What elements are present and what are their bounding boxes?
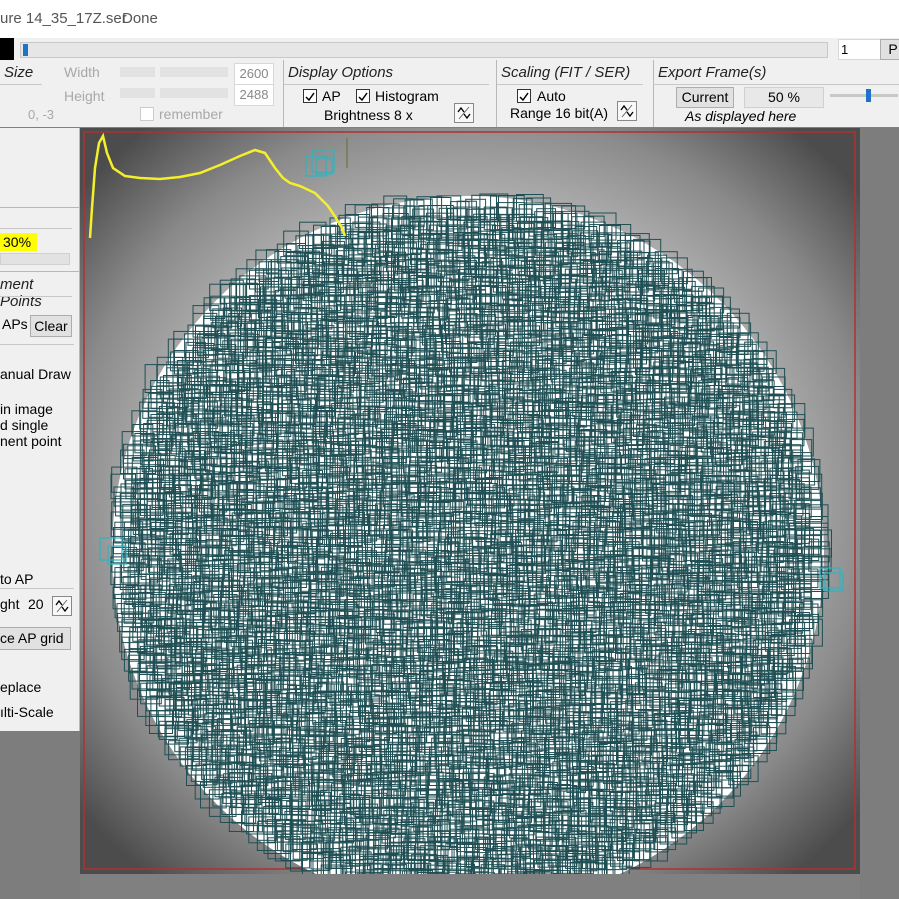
checkmark-icon xyxy=(305,92,315,102)
divider xyxy=(0,228,72,229)
quality-bar xyxy=(0,253,70,265)
frame-bar: 1 P xyxy=(0,38,899,60)
divider xyxy=(0,588,74,589)
status-text: Done xyxy=(122,10,158,27)
multi-scale-label[interactable]: ılti-Scale xyxy=(0,704,54,720)
ap-checkbox[interactable] xyxy=(303,89,317,103)
ap-height-value[interactable]: 20 xyxy=(28,596,44,612)
scaling-panel: Scaling (FIT / SER) Auto Range 16 bit(A) xyxy=(497,60,654,127)
range-spin-icon[interactable] xyxy=(617,101,637,121)
alignment-points-header: ment Points xyxy=(0,276,42,310)
manual-draw-label: anual Draw xyxy=(0,366,71,382)
display-options-panel: Display Options AP Histogram Brightness … xyxy=(284,60,497,127)
to-ap-label: to AP xyxy=(0,571,34,587)
width-slider xyxy=(160,67,228,77)
export-zoom-slider[interactable] xyxy=(830,89,898,102)
height-slider xyxy=(160,88,228,98)
size-header: Size xyxy=(4,64,34,81)
size-panel: Size Width Height 2600 2488 0, -3 rememb… xyxy=(0,60,284,127)
remember-checkbox[interactable] xyxy=(140,107,154,121)
divider xyxy=(654,84,899,85)
auto-label: Auto xyxy=(537,88,566,104)
export-header: Export Frame(s) xyxy=(658,64,767,81)
brightness-spin-icon[interactable] xyxy=(454,103,474,123)
ap-height-spin-icon[interactable] xyxy=(52,596,72,616)
divider xyxy=(0,84,42,85)
divider xyxy=(0,344,74,345)
range-label: Range 16 bit(A) xyxy=(510,105,609,121)
display-options-header: Display Options xyxy=(288,64,394,81)
help-line: in image xyxy=(0,401,53,417)
ap-label: AP xyxy=(322,88,341,104)
clear-aps-button[interactable]: Clear xyxy=(30,315,72,337)
help-line: nent point xyxy=(0,433,62,449)
help-line: d single xyxy=(0,417,49,433)
export-zoom-value[interactable]: 50 % xyxy=(744,87,824,108)
height-slider-left xyxy=(120,88,155,98)
brightness-label: Brightness 8 x xyxy=(324,107,413,123)
spin-arrows-icon xyxy=(457,106,471,120)
offset-readout: 0, -3 xyxy=(28,107,55,122)
histogram-label: Histogram xyxy=(375,88,439,104)
right-margin xyxy=(860,128,899,899)
image-view[interactable] xyxy=(80,128,860,899)
as-displayed-label: As displayed here xyxy=(685,108,797,124)
divider xyxy=(0,296,72,297)
spin-arrows-icon xyxy=(620,104,634,118)
frame-p-button[interactable]: P xyxy=(880,39,899,60)
quality-percent-badge: 30% xyxy=(0,233,37,251)
ap-height-label: ght xyxy=(0,596,20,612)
divider xyxy=(0,207,79,208)
window-title: ure 14_35_17Z.ser xyxy=(0,10,127,27)
remember-label: remember xyxy=(159,106,223,122)
auto-checkbox[interactable] xyxy=(517,89,531,103)
width-value[interactable]: 2600 xyxy=(234,63,274,85)
histogram-checkbox[interactable] xyxy=(356,89,370,103)
frame-number-input[interactable]: 1 xyxy=(838,39,882,60)
scaling-header: Scaling (FIT / SER) xyxy=(501,64,631,81)
width-label: Width xyxy=(64,64,100,80)
checkmark-icon xyxy=(519,92,529,102)
export-zoom-thumb[interactable] xyxy=(866,89,871,102)
divider xyxy=(0,271,79,272)
width-slider-left xyxy=(120,67,155,77)
bottom-left-margin xyxy=(0,731,80,899)
frame-slider[interactable] xyxy=(20,42,828,58)
black-swatch xyxy=(0,38,14,60)
title-bar: ure 14_35_17Z.ser Done xyxy=(0,0,899,38)
aps-label: APs xyxy=(2,316,28,332)
height-value[interactable]: 2488 xyxy=(234,84,274,106)
export-current-button[interactable]: Current xyxy=(676,87,734,108)
help-text: in image d single nent point xyxy=(0,401,62,449)
height-label: Height xyxy=(64,88,105,104)
frame-slider-thumb[interactable] xyxy=(23,44,28,56)
solar-disk-image[interactable] xyxy=(80,128,860,899)
replace-label[interactable]: eplace xyxy=(0,679,41,695)
divider xyxy=(284,84,489,85)
spin-arrows-icon xyxy=(55,599,69,613)
divider xyxy=(497,84,643,85)
checkmark-icon xyxy=(358,92,368,102)
left-panel: 30% ment Points APs Clear anual Draw in … xyxy=(0,128,80,731)
export-panel: Export Frame(s) Current 50 % As displaye… xyxy=(654,60,899,127)
place-ap-grid-button[interactable]: ce AP grid xyxy=(0,627,71,650)
